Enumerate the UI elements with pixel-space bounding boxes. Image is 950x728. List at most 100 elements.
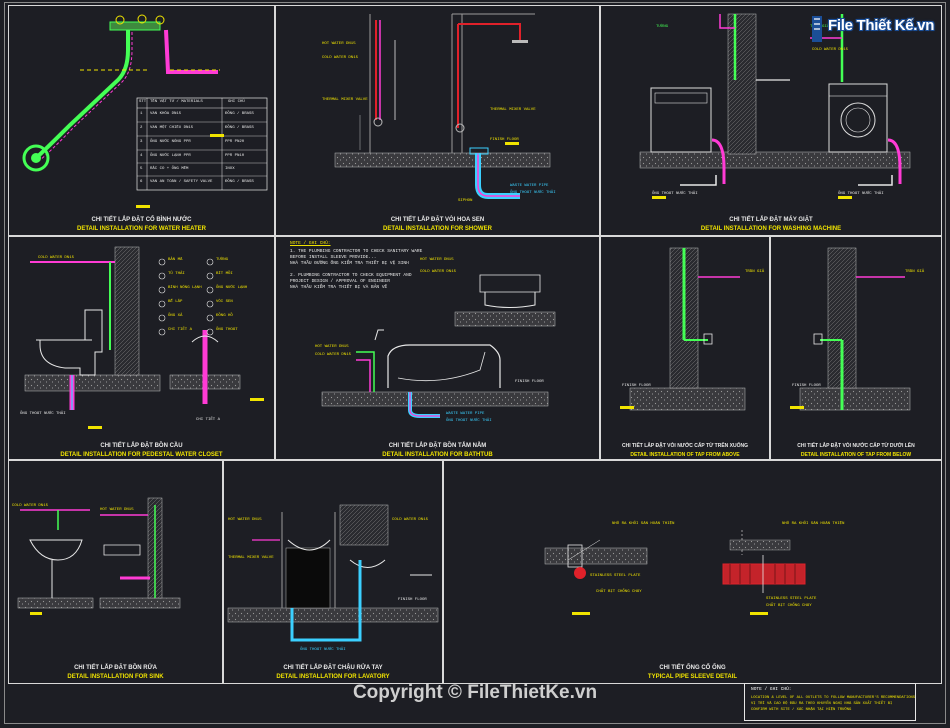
caption-sink: CHI TIẾT LẮP ĐẶT BỒN RỬA DETAIL INSTALLA… (8, 664, 223, 682)
legend-row-5-note: INOX (225, 167, 235, 171)
label-waste-pipe-tub: WASTE WATER PIPE (446, 412, 485, 416)
wc-legend-3b: ỐNG NƯỚC LẠNH (216, 286, 248, 290)
caption-washing-machine: CHI TIẾT LẮP ĐẶT MÁY GIẶT DETAIL INSTALL… (600, 216, 942, 234)
caption-lavatory: CHI TIẾT LẮP ĐẶT CHẬU RỬA TAY DETAIL INS… (223, 664, 443, 682)
label-cold-water-tub-2: COLD WATER DN15 (315, 353, 352, 357)
caption-shower: CHI TIẾT LẮP ĐẶT VÒI HOA SEN DETAIL INST… (275, 216, 600, 234)
legend-row-2-name: VAN MỘT CHIỀU DN15 (150, 126, 194, 130)
wc-legend-6a: CHI TIẾT A (168, 328, 193, 332)
label-stainless-2: STAINLESS STEEL PLATE (766, 597, 817, 601)
bathtub-note-title: NOTE / GHI CHÚ: (290, 241, 331, 246)
label-waste-pipe-shower: WASTE WATER PIPE (510, 184, 549, 188)
caption-vn: CHI TIẾT LẮP ĐẶT BỒN CẦU (100, 443, 183, 449)
label-finish-floor-tap-below: FINISH FLOOR (792, 384, 821, 388)
wc-legend-1b: TƯỜNG (216, 258, 229, 262)
label-cold-water-lav: COLD WATER DN15 (392, 518, 429, 522)
legend-header-note: GHI CHÚ (228, 100, 245, 104)
label-hot-water-tub: HOT WATER DN15 (420, 258, 454, 262)
caption-en: DETAIL INSTALLATION FOR WASHING MACHINE (700, 226, 842, 232)
legend-row-6-name: VAN AN TOÀN / SAFETY VALVE (150, 180, 213, 184)
legend-row-1-note: ĐỒNG / BRASS (225, 112, 254, 116)
bathtub-note-line-5: PROJECT DESIGN / APPROVAL OF ENGINEER (290, 279, 390, 284)
wc-legend-1a: BẢN MÃ (168, 258, 183, 262)
bathtub-drawing (321, 274, 556, 418)
legend-row-3-no: 3 (140, 140, 143, 144)
caption-en: DETAIL INSTALLATION FOR SINK (67, 674, 164, 680)
label-finish-floor-shower: FINISH FLOOR (490, 138, 519, 142)
label-ceiling-tap-above: TRẦN GIẢ (745, 270, 765, 274)
label-hot-water-shower: HOT WATER DN15 (322, 42, 356, 46)
label-drain-wm-1: ỐNG THOÁT NƯỚC THẢI (652, 192, 698, 196)
bathtub-note-line-1: 1. THE PLUMBING CONTRACTOR TO CHECK SANI… (290, 249, 423, 254)
caption-vn: CHI TIẾT ỐNG CỔ ỐNG (659, 665, 726, 671)
bathtub-note-line-3: NHÀ THẦU ĐƯỜNG ỐNG KIỂM TRA THIẾT BỊ VỆ … (290, 261, 409, 266)
label-detail-a-wc: CHI TIẾT A (196, 418, 221, 422)
caption-vn: CHI TIẾT LẮP ĐẶT MÁY GIẶT (729, 217, 813, 223)
wc-legend-2b: BÍT MỒI (216, 272, 233, 276)
label-ceiling-tap-below: TRẦN GIẢ (905, 270, 925, 274)
bathtub-note-line-4: 2. PLUMBING CONTRACTOR TO CHECK EQUIPMEN… (290, 273, 412, 278)
label-finish-floor-tap-above: FINISH FLOOR (622, 384, 651, 388)
legend-row-2-no: 2 (140, 126, 143, 130)
label-fire-seal-2: CHẤT BỊT CHỐNG CHÁY (766, 604, 812, 608)
label-drain-wc: ỐNG THOÁT NƯỚC THẢI (20, 412, 66, 416)
legend-row-2-note: ĐỒNG / BRASS (225, 126, 254, 130)
label-stainless-1: STAINLESS STEEL PLATE (590, 574, 641, 578)
label-sleeve-note-1: NHÔ RA KHỎI SÀN HOÀN THIỆN (612, 522, 675, 526)
caption-vn: CHI TIẾT LẮP ĐẶT VÒI HOA SEN (390, 217, 485, 223)
label-hot-water-tub-2: HOT WATER DN15 (315, 345, 349, 349)
legend-row-6-note: ĐỒNG / BRASS (225, 180, 254, 184)
label-wall-wm: TƯỜNG (656, 25, 669, 29)
legend-row-4-no: 4 (140, 154, 143, 158)
label-cold-water-shower: COLD WATER DN15 (322, 56, 359, 60)
label-cold-water-wc: COLD WATER DN15 (38, 256, 75, 260)
copyright-watermark: Copyright © FileThietKe.vn (352, 682, 598, 703)
legend-row-5-name: RẮC CO + ỐNG MỀM (150, 167, 189, 171)
caption-bathtub: CHI TIẾT LẮP ĐẶT BỒN TẮM NẰM DETAIL INST… (275, 442, 600, 460)
caption-en: TYPICAL PIPE SLEEVE DETAIL (647, 674, 738, 680)
label-thermal-valve-2: THERMAL MIXER VALVE (490, 108, 536, 112)
caption-en: DETAIL INSTALLATION FOR SHOWER (383, 226, 492, 232)
caption-vn: CHI TIẾT LẮP ĐẶT CỔ BÌNH NƯỚC (91, 217, 192, 223)
label-trap-shower: SIPHON (458, 199, 473, 203)
legend-row-1-name: VAN KHÓA DN15 (150, 112, 182, 116)
legend-row-3-note: PPR PN20 (225, 140, 245, 144)
caption-tap-above: CHI TIẾT LẮP ĐẶT VÒI NƯỚC CẤP TỪ TRÊN XU… (600, 442, 770, 460)
wc-legend-5b: ĐỒNG HỒ (216, 314, 233, 318)
caption-tap-below: CHI TIẾT LẮP ĐẶT VÒI NƯỚC CẤP TỪ DƯỚI LÊ… (770, 442, 942, 460)
label-drain-lav: ỐNG THOÁT NƯỚC THẢI (300, 648, 346, 652)
label-finish-floor-tub: FINISH FLOOR (515, 380, 544, 384)
wc-legend-6b: ỐNG THOÁT (216, 328, 238, 332)
label-drain-shower: ỐNG THOÁT NƯỚC THẢI (510, 191, 556, 195)
label-thermal-valve: THERMAL MIXER VALVE (322, 98, 368, 102)
legend-header-stt: STT (139, 100, 147, 104)
legend-row-4-note: PPR PN10 (225, 154, 245, 158)
pipe-sleeve-drawing (544, 530, 806, 593)
caption-en: DETAIL INSTALLATION OF TAP FROM BELOW (800, 452, 912, 458)
wc-legend-5a: ỐNG XẢ (168, 314, 183, 318)
caption-pipe-sleeve: CHI TIẾT ỐNG CỔ ỐNG TYPICAL PIPE SLEEVE … (443, 664, 942, 682)
label-thermal-lav: THERMAL MIXER VALVE (228, 556, 274, 560)
water-closet-drawing (24, 246, 241, 410)
caption-en: DETAIL INSTALLATION FOR WATER HEATER (77, 226, 206, 232)
label-hot-water-sink: HOT WATER DN15 (100, 508, 134, 512)
legend-row-3-name: ỐNG NƯỚC NÓNG PPR (150, 140, 191, 144)
label-fire-seal-1: CHẤT BỊT CHỐNG CHÁY (596, 590, 642, 594)
caption-en: DETAIL INSTALLATION OF TAP FROM ABOVE (630, 452, 740, 458)
drawing-canvas (17, 13, 911, 642)
logo-text: File Thiết Kế.vn (828, 17, 935, 34)
legend-row-6-no: 6 (140, 180, 143, 184)
caption-vn: CHI TIẾT LẮP ĐẶT BỒN RỬA (74, 665, 157, 671)
label-finish-floor-lav: FINISH FLOOR (398, 598, 427, 602)
caption-en: DETAIL INSTALLATION FOR PEDESTAL WATER C… (60, 452, 223, 458)
notes-line-3: CONFIRM WITH SITE / XÁC NHẬN TẠI HIỆN TR… (751, 708, 852, 712)
label-cold-water-tub: COLD WATER DN15 (420, 270, 457, 274)
shower-drawing (334, 13, 551, 199)
sink-drawing (17, 497, 181, 609)
label-hot-water-lav: HOT WATER DN15 (228, 518, 262, 522)
legend-row-1-no: 1 (140, 112, 143, 116)
wc-legend-4b: VÒI SEN (216, 300, 233, 304)
lavatory-drawing (227, 504, 439, 642)
wc-legend-3a: BÌNH NÓNG LẠNH (168, 286, 202, 290)
label-cold-water-sink: COLD WATER DN15 (12, 504, 49, 508)
